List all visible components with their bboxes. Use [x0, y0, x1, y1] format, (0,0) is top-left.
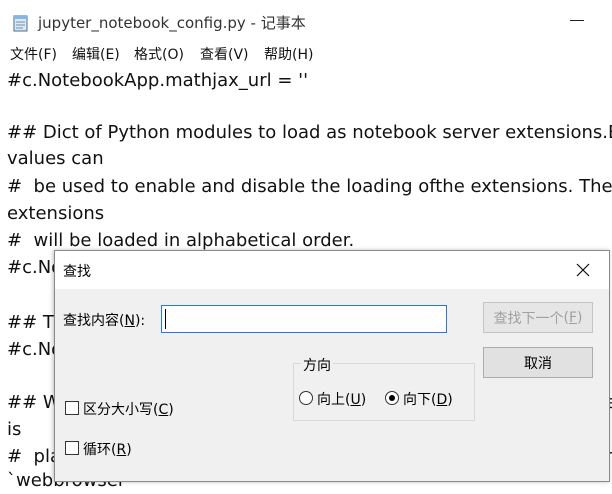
match-case-label: 区分大小写(C): [83, 402, 174, 418]
find-dialog-title: 查找: [63, 264, 91, 280]
editor-line: # be used to enable and disable the load…: [7, 176, 612, 197]
editor-line: extensions: [7, 203, 105, 224]
find-dialog-titlebar: 查找: [55, 251, 609, 289]
cancel-button[interactable]: 取消: [483, 347, 593, 378]
editor-line: is: [7, 419, 22, 440]
window-title: jupyter_notebook_config.py - 记事本: [38, 14, 306, 32]
find-next-button[interactable]: 查找下一个(F): [483, 302, 593, 333]
menu-file[interactable]: 文件(F): [10, 44, 57, 64]
up-label: 向上(U): [317, 392, 367, 408]
editor-line: ## W: [7, 392, 61, 413]
menu-help[interactable]: 帮助(H): [264, 44, 313, 64]
direction-label: 方向: [301, 355, 333, 375]
editor-line: ## Dict of Python modules to load as not…: [7, 122, 612, 143]
menu-format[interactable]: 格式(O): [134, 44, 184, 64]
minimize-icon[interactable]: [570, 20, 584, 21]
text-caret: [165, 309, 166, 329]
menu-bar: 文件(F) 编辑(E) 格式(O) 查看(V) 帮助(H): [0, 42, 612, 66]
find-input[interactable]: [161, 305, 447, 333]
find-dialog: 查找 查找内容(N): 查找下一个(F) 取消 方向 向上(U) 向下(D) 区…: [54, 250, 610, 482]
close-icon[interactable]: [561, 253, 605, 287]
wrap-label: 循环(R): [83, 442, 132, 458]
wrap-checkbox[interactable]: [65, 441, 79, 455]
down-label: 向下(D): [403, 392, 453, 408]
menu-edit[interactable]: 编辑(E): [72, 44, 120, 64]
find-label: 查找内容(N):: [63, 313, 146, 329]
window-titlebar: jupyter_notebook_config.py - 记事本: [0, 0, 612, 42]
editor-line: # pla: [7, 446, 61, 467]
down-radio[interactable]: [385, 391, 399, 405]
notepad-icon: [12, 14, 30, 32]
up-radio[interactable]: [299, 391, 313, 405]
match-case-checkbox[interactable]: [65, 401, 79, 415]
menu-view[interactable]: 查看(V): [200, 44, 249, 64]
editor-line: values can: [7, 148, 104, 169]
editor-line: #c.NotebookApp.mathjax_url = '': [7, 70, 309, 91]
